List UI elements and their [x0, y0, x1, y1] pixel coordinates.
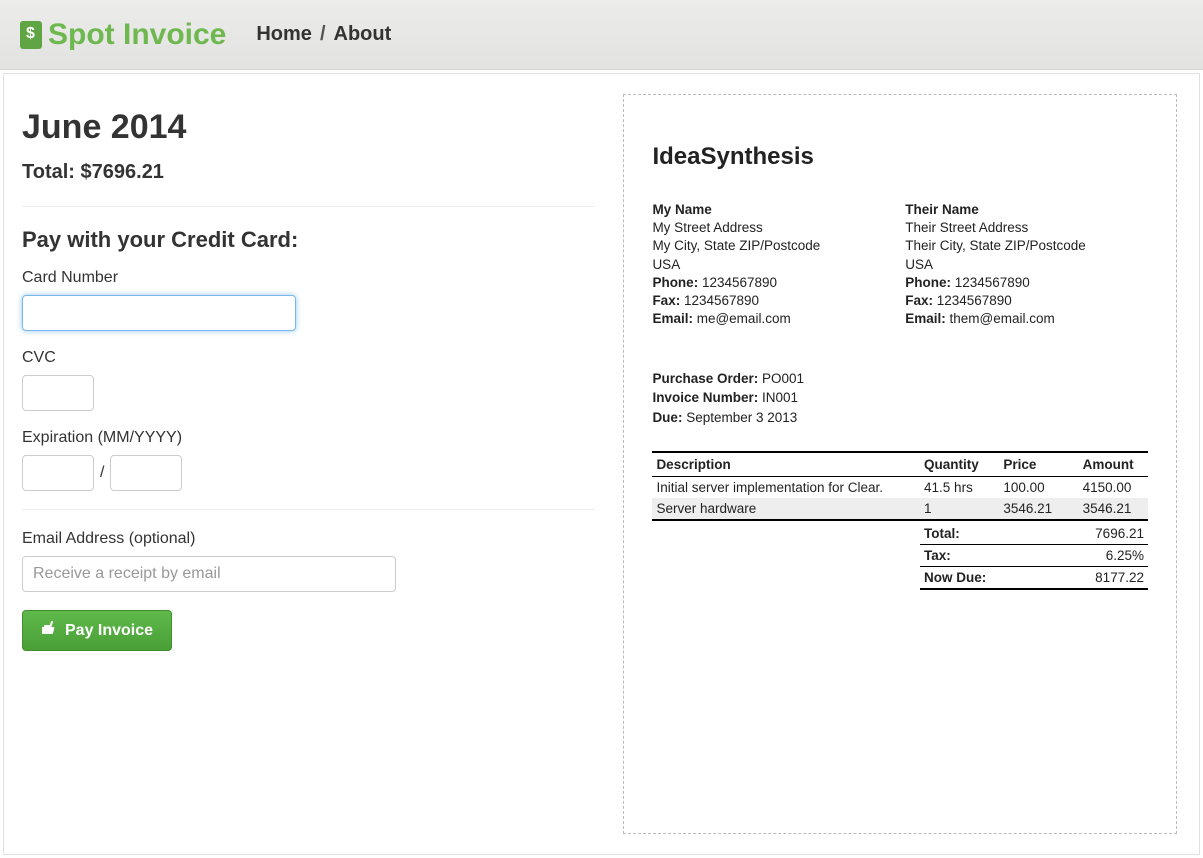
- from-phone: 1234567890: [702, 275, 777, 290]
- to-fax-label: Fax:: [905, 293, 933, 308]
- from-address: My Name My Street Address My City, State…: [652, 201, 895, 329]
- to-email: them@email.com: [949, 311, 1054, 326]
- summary-tax-label: Tax:: [924, 548, 951, 563]
- line-price: 100.00: [999, 477, 1078, 499]
- from-email-label: Email:: [652, 311, 693, 326]
- from-country: USA: [652, 256, 895, 274]
- line-amt: 3546.21: [1079, 498, 1148, 520]
- card-number-input[interactable]: [22, 295, 296, 331]
- to-fax: 1234567890: [937, 293, 1012, 308]
- logo[interactable]: Spot Invoice: [20, 18, 226, 52]
- to-email-label: Email:: [905, 311, 946, 326]
- expiration-label: Expiration (MM/YYYY): [22, 429, 595, 447]
- thumbs-up-icon: [41, 620, 57, 641]
- email-input[interactable]: [22, 556, 396, 592]
- total-line: Total: $7696.21: [22, 161, 595, 184]
- pay-invoice-button[interactable]: Pay Invoice: [22, 610, 172, 651]
- expiration-year-input[interactable]: [110, 455, 182, 491]
- due-label: Due:: [652, 410, 682, 425]
- line-qty: 41.5 hrs: [920, 477, 999, 499]
- line-items-table: Description Quantity Price Amount Initia…: [652, 451, 1148, 521]
- invoice-number-label: Invoice Number:: [652, 390, 758, 405]
- table-row: Server hardware 1 3546.21 3546.21: [652, 498, 1148, 520]
- total-label: Total:: [22, 161, 75, 183]
- expiration-month-input[interactable]: [22, 455, 94, 491]
- to-address: Their Name Their Street Address Their Ci…: [905, 201, 1148, 329]
- cvc-label: CVC: [22, 349, 595, 367]
- pay-invoice-label: Pay Invoice: [65, 622, 153, 640]
- to-phone: 1234567890: [955, 275, 1030, 290]
- line-desc: Initial server implementation for Clear.: [652, 477, 920, 499]
- from-fax: 1234567890: [684, 293, 759, 308]
- payment-panel: June 2014 Total: $7696.21 Pay with your …: [4, 74, 613, 854]
- nav: Home / About: [256, 23, 391, 46]
- total-value: $7696.21: [81, 161, 164, 183]
- table-header-row: Description Quantity Price Amount: [652, 452, 1148, 477]
- cvc-group: CVC: [22, 349, 595, 411]
- from-name: My Name: [652, 201, 895, 219]
- expiration-separator: /: [100, 464, 104, 482]
- po-label: Purchase Order:: [652, 371, 758, 386]
- to-street: Their Street Address: [905, 219, 1148, 237]
- invoice-preview-panel: IdeaSynthesis My Name My Street Address …: [613, 74, 1199, 854]
- summary-due-row: Now Due: 8177.22: [920, 567, 1148, 590]
- from-fax-label: Fax:: [652, 293, 680, 308]
- nav-separator: /: [320, 23, 326, 46]
- line-desc: Server hardware: [652, 498, 920, 520]
- invoice-number-value: IN001: [762, 390, 798, 405]
- line-price: 3546.21: [999, 498, 1078, 520]
- company-name: IdeaSynthesis: [652, 143, 1148, 171]
- card-number-label: Card Number: [22, 269, 595, 287]
- nav-about[interactable]: About: [334, 23, 392, 46]
- col-quantity: Quantity: [920, 452, 999, 477]
- pay-heading: Pay with your Credit Card:: [22, 227, 595, 253]
- summary-due-value: 8177.22: [1095, 570, 1144, 585]
- col-amount: Amount: [1079, 452, 1148, 477]
- invoice-period: June 2014: [22, 108, 595, 147]
- expiration-group: Expiration (MM/YYYY) /: [22, 429, 595, 491]
- from-street: My Street Address: [652, 219, 895, 237]
- line-qty: 1: [920, 498, 999, 520]
- from-email: me@email.com: [697, 311, 791, 326]
- to-name: Their Name: [905, 201, 1148, 219]
- invoice-box: IdeaSynthesis My Name My Street Address …: [623, 94, 1177, 834]
- summary: Total: 7696.21 Tax: 6.25% Now Due: 8177.…: [652, 523, 1148, 590]
- to-phone-label: Phone:: [905, 275, 951, 290]
- nav-home[interactable]: Home: [256, 23, 312, 46]
- summary-total-label: Total:: [924, 526, 960, 541]
- email-group: Email Address (optional): [22, 530, 595, 592]
- due-value: September 3 2013: [686, 410, 797, 425]
- line-amt: 4150.00: [1079, 477, 1148, 499]
- separator: [22, 206, 595, 207]
- po-value: PO001: [762, 371, 804, 386]
- summary-tax-value: 6.25%: [1106, 548, 1144, 563]
- topbar: Spot Invoice Home / About: [0, 0, 1203, 70]
- email-label: Email Address (optional): [22, 530, 595, 548]
- summary-tax-row: Tax: 6.25%: [920, 545, 1148, 567]
- logo-text: Spot Invoice: [48, 18, 226, 52]
- cvc-input[interactable]: [22, 375, 94, 411]
- address-columns: My Name My Street Address My City, State…: [652, 201, 1148, 329]
- from-city: My City, State ZIP/Postcode: [652, 237, 895, 255]
- table-row: Initial server implementation for Clear.…: [652, 477, 1148, 499]
- to-country: USA: [905, 256, 1148, 274]
- from-phone-label: Phone:: [652, 275, 698, 290]
- page: June 2014 Total: $7696.21 Pay with your …: [3, 73, 1200, 855]
- summary-total-row: Total: 7696.21: [920, 523, 1148, 545]
- summary-due-label: Now Due:: [924, 570, 986, 585]
- logo-icon: [20, 21, 42, 49]
- separator-2: [22, 509, 595, 510]
- col-price: Price: [999, 452, 1078, 477]
- card-number-group: Card Number: [22, 269, 595, 331]
- summary-total-value: 7696.21: [1095, 526, 1144, 541]
- to-city: Their City, State ZIP/Postcode: [905, 237, 1148, 255]
- col-description: Description: [652, 452, 920, 477]
- invoice-meta: Purchase Order: PO001 Invoice Number: IN…: [652, 369, 1148, 428]
